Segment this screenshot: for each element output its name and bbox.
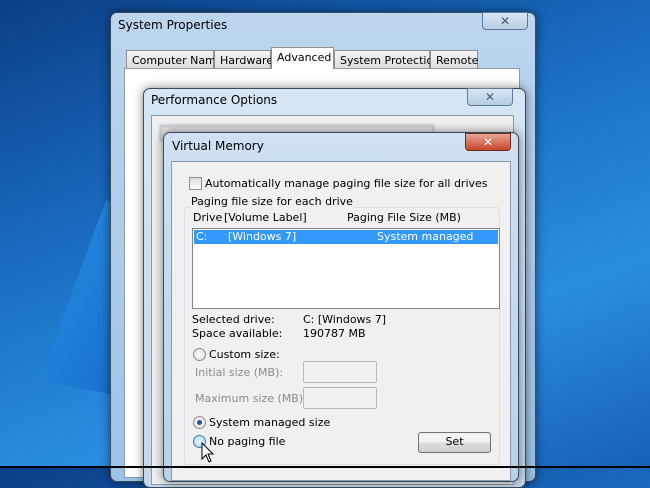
maximum-size-label: Maximum size (MB): bbox=[195, 392, 307, 405]
window-title: System Properties bbox=[118, 18, 228, 32]
initial-size-label: Initial size (MB): bbox=[195, 366, 284, 379]
maximum-size-input[interactable] bbox=[303, 387, 377, 409]
set-button[interactable]: Set bbox=[418, 432, 491, 453]
custom-size-label: Custom size: bbox=[209, 348, 280, 361]
custom-size-radio[interactable] bbox=[193, 348, 206, 361]
row-label: [Windows 7] bbox=[228, 230, 297, 243]
tab-remote[interactable]: Remote bbox=[430, 50, 478, 68]
system-managed-radio[interactable] bbox=[193, 416, 206, 429]
column-drive: Drive bbox=[193, 211, 223, 224]
space-available-label: Space available: bbox=[192, 327, 283, 340]
tab-hardware[interactable]: Hardware bbox=[214, 50, 273, 68]
system-managed-label: System managed size bbox=[209, 416, 331, 429]
drive-list[interactable]: C: [Windows 7] System managed bbox=[192, 228, 500, 309]
close-button[interactable]: ✕ bbox=[482, 12, 528, 30]
no-paging-label: No paging file bbox=[209, 435, 286, 448]
space-available-value: 190787 MB bbox=[303, 327, 366, 340]
tab-advanced[interactable]: Advanced bbox=[271, 47, 334, 69]
row-drive: C: bbox=[196, 230, 208, 243]
window-title: Virtual Memory bbox=[172, 139, 264, 153]
column-volume-label: [Volume Label] bbox=[224, 211, 307, 224]
mouse-cursor-icon bbox=[201, 442, 215, 463]
row-size: System managed bbox=[377, 230, 474, 243]
close-button[interactable]: ✕ bbox=[467, 88, 513, 106]
auto-manage-checkbox[interactable] bbox=[189, 177, 202, 190]
close-button[interactable]: ✕ bbox=[465, 133, 511, 151]
tab-system-protection[interactable]: System Protection bbox=[334, 50, 440, 68]
selected-drive-label: Selected drive: bbox=[192, 313, 275, 326]
column-paging-size: Paging File Size (MB) bbox=[347, 211, 461, 224]
group-label: Paging file size for each drive bbox=[189, 195, 355, 208]
auto-manage-label: Automatically manage paging file size fo… bbox=[205, 177, 488, 190]
initial-size-input[interactable] bbox=[303, 361, 377, 383]
window-title: Performance Options bbox=[151, 93, 278, 107]
selected-drive-value: C: [Windows 7] bbox=[303, 313, 387, 326]
tab-computer-name[interactable]: Computer Name bbox=[126, 50, 223, 68]
table-row[interactable]: C: [Windows 7] System managed bbox=[194, 230, 498, 244]
